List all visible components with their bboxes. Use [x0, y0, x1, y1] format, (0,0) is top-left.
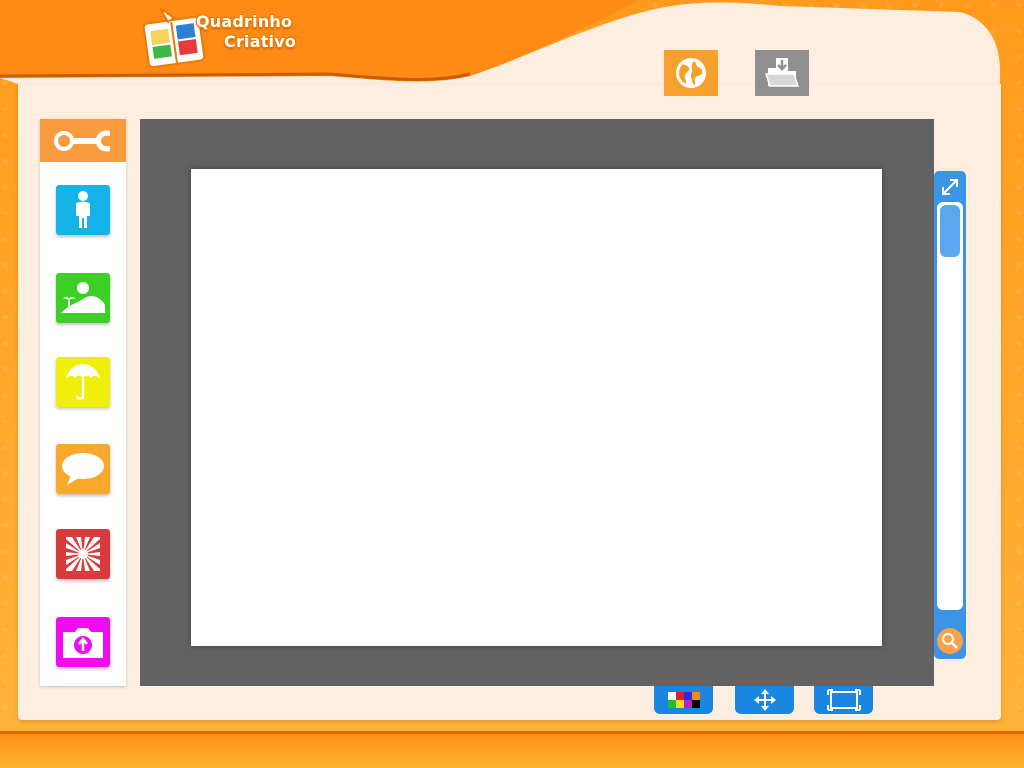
- burst-icon: [66, 537, 100, 571]
- zoom-button[interactable]: [937, 628, 963, 654]
- zoom-slider-thumb[interactable]: [940, 205, 960, 257]
- move-icon: [753, 689, 776, 711]
- speech-balloons-button[interactable]: [56, 444, 110, 494]
- frame-icon: [826, 689, 861, 711]
- folder-download-icon: [764, 58, 800, 87]
- expand-icon: [942, 179, 958, 195]
- fit-to-screen-button[interactable]: [938, 175, 962, 199]
- settings-button[interactable]: [40, 119, 126, 162]
- effects-button[interactable]: [56, 529, 110, 579]
- zoom-slider[interactable]: [934, 171, 966, 659]
- tools-sidebar: [40, 119, 126, 686]
- logo-title-line1: Quadrinho: [196, 12, 293, 31]
- footer-bar: [0, 731, 1024, 768]
- workspace-area: [140, 119, 934, 686]
- logo-title-line2: Criativo: [224, 32, 297, 51]
- speech-bubble-icon: [62, 453, 104, 485]
- person-icon: [76, 191, 90, 228]
- globe-icon: [676, 58, 706, 88]
- umbrella-icon: [66, 364, 100, 401]
- color-palette-icon: [667, 692, 700, 708]
- magnifier-icon: [942, 633, 958, 649]
- color-palette-button[interactable]: [654, 686, 713, 714]
- characters-button[interactable]: [56, 185, 110, 235]
- scenery-button[interactable]: [56, 273, 110, 323]
- comic-canvas[interactable]: [191, 169, 882, 646]
- frame-button[interactable]: [814, 686, 873, 714]
- upload-image-button[interactable]: [56, 617, 110, 667]
- wrench-icon: [54, 130, 110, 151]
- app-logo: Quadrinho Criativo: [140, 2, 300, 72]
- web-button[interactable]: [664, 50, 718, 96]
- objects-button[interactable]: [56, 357, 110, 407]
- zoom-track-inner: [937, 202, 963, 610]
- landscape-icon: [61, 282, 105, 313]
- move-button[interactable]: [735, 686, 794, 714]
- open-file-button[interactable]: [755, 50, 809, 96]
- upload-image-icon: [63, 628, 103, 658]
